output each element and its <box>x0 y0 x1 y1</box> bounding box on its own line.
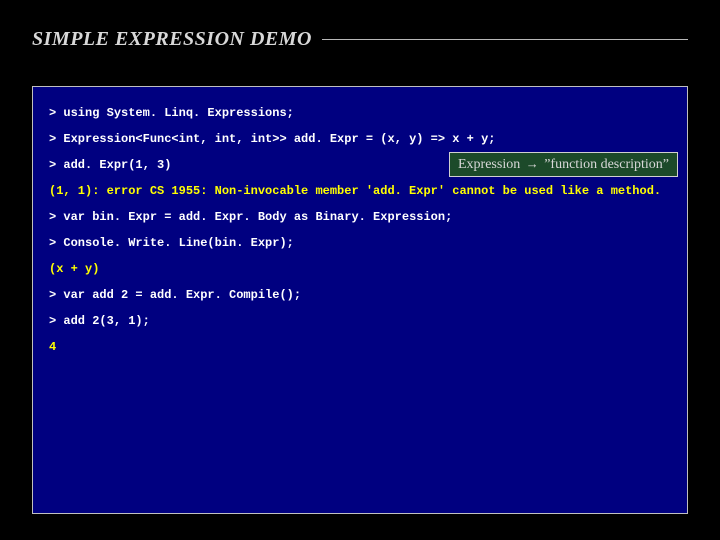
title-rule <box>322 39 688 40</box>
console-text: (1, 1): error CS 1955: Non-invocable mem… <box>49 184 661 198</box>
console-error-line: (1, 1): error CS 1955: Non-invocable mem… <box>49 185 671 197</box>
callout-prefix: Expression <box>458 157 524 172</box>
console-text: var add 2 = add. Expr. Compile(); <box>63 288 301 302</box>
prompt: > <box>49 236 63 250</box>
console-text: Expression<Func<int, int, int>> add. Exp… <box>63 132 495 146</box>
console-line: > var bin. Expr = add. Expr. Body as Bin… <box>49 211 671 223</box>
slide-title: SIMPLE EXPRESSION DEMO <box>32 28 322 51</box>
prompt: > <box>49 158 63 172</box>
console-panel: > using System. Linq. Expressions; > Exp… <box>32 86 688 514</box>
console-line: > add 2(3, 1); <box>49 315 671 327</box>
console-text: add 2(3, 1); <box>63 314 149 328</box>
slide: SIMPLE EXPRESSION DEMO > using System. L… <box>0 0 720 540</box>
console-text: using System. Linq. Expressions; <box>63 106 293 120</box>
console-line: > using System. Linq. Expressions; <box>49 107 671 119</box>
prompt: > <box>49 106 63 120</box>
console-text: var bin. Expr = add. Expr. Body as Binar… <box>63 210 452 224</box>
title-row: SIMPLE EXPRESSION DEMO <box>32 28 688 51</box>
console-line: > var add 2 = add. Expr. Compile(); <box>49 289 671 301</box>
console-output-line: 4 <box>49 341 671 353</box>
console-text: 4 <box>49 340 56 354</box>
console-text: (x + y) <box>49 262 99 276</box>
console-text: Console. Write. Line(bin. Expr); <box>63 236 293 250</box>
prompt: > <box>49 288 63 302</box>
console-text: add. Expr(1, 3) <box>63 158 171 172</box>
arrow-right-icon: → <box>524 156 541 171</box>
console-line: > Expression<Func<int, int, int>> add. E… <box>49 133 671 145</box>
prompt: > <box>49 210 63 224</box>
callout-suffix: ”function description” <box>541 157 669 172</box>
prompt: > <box>49 314 63 328</box>
console-output-line: (x + y) <box>49 263 671 275</box>
prompt: > <box>49 132 63 146</box>
callout-expression: Expression → ”function description” <box>449 152 678 177</box>
console-line: > Console. Write. Line(bin. Expr); <box>49 237 671 249</box>
